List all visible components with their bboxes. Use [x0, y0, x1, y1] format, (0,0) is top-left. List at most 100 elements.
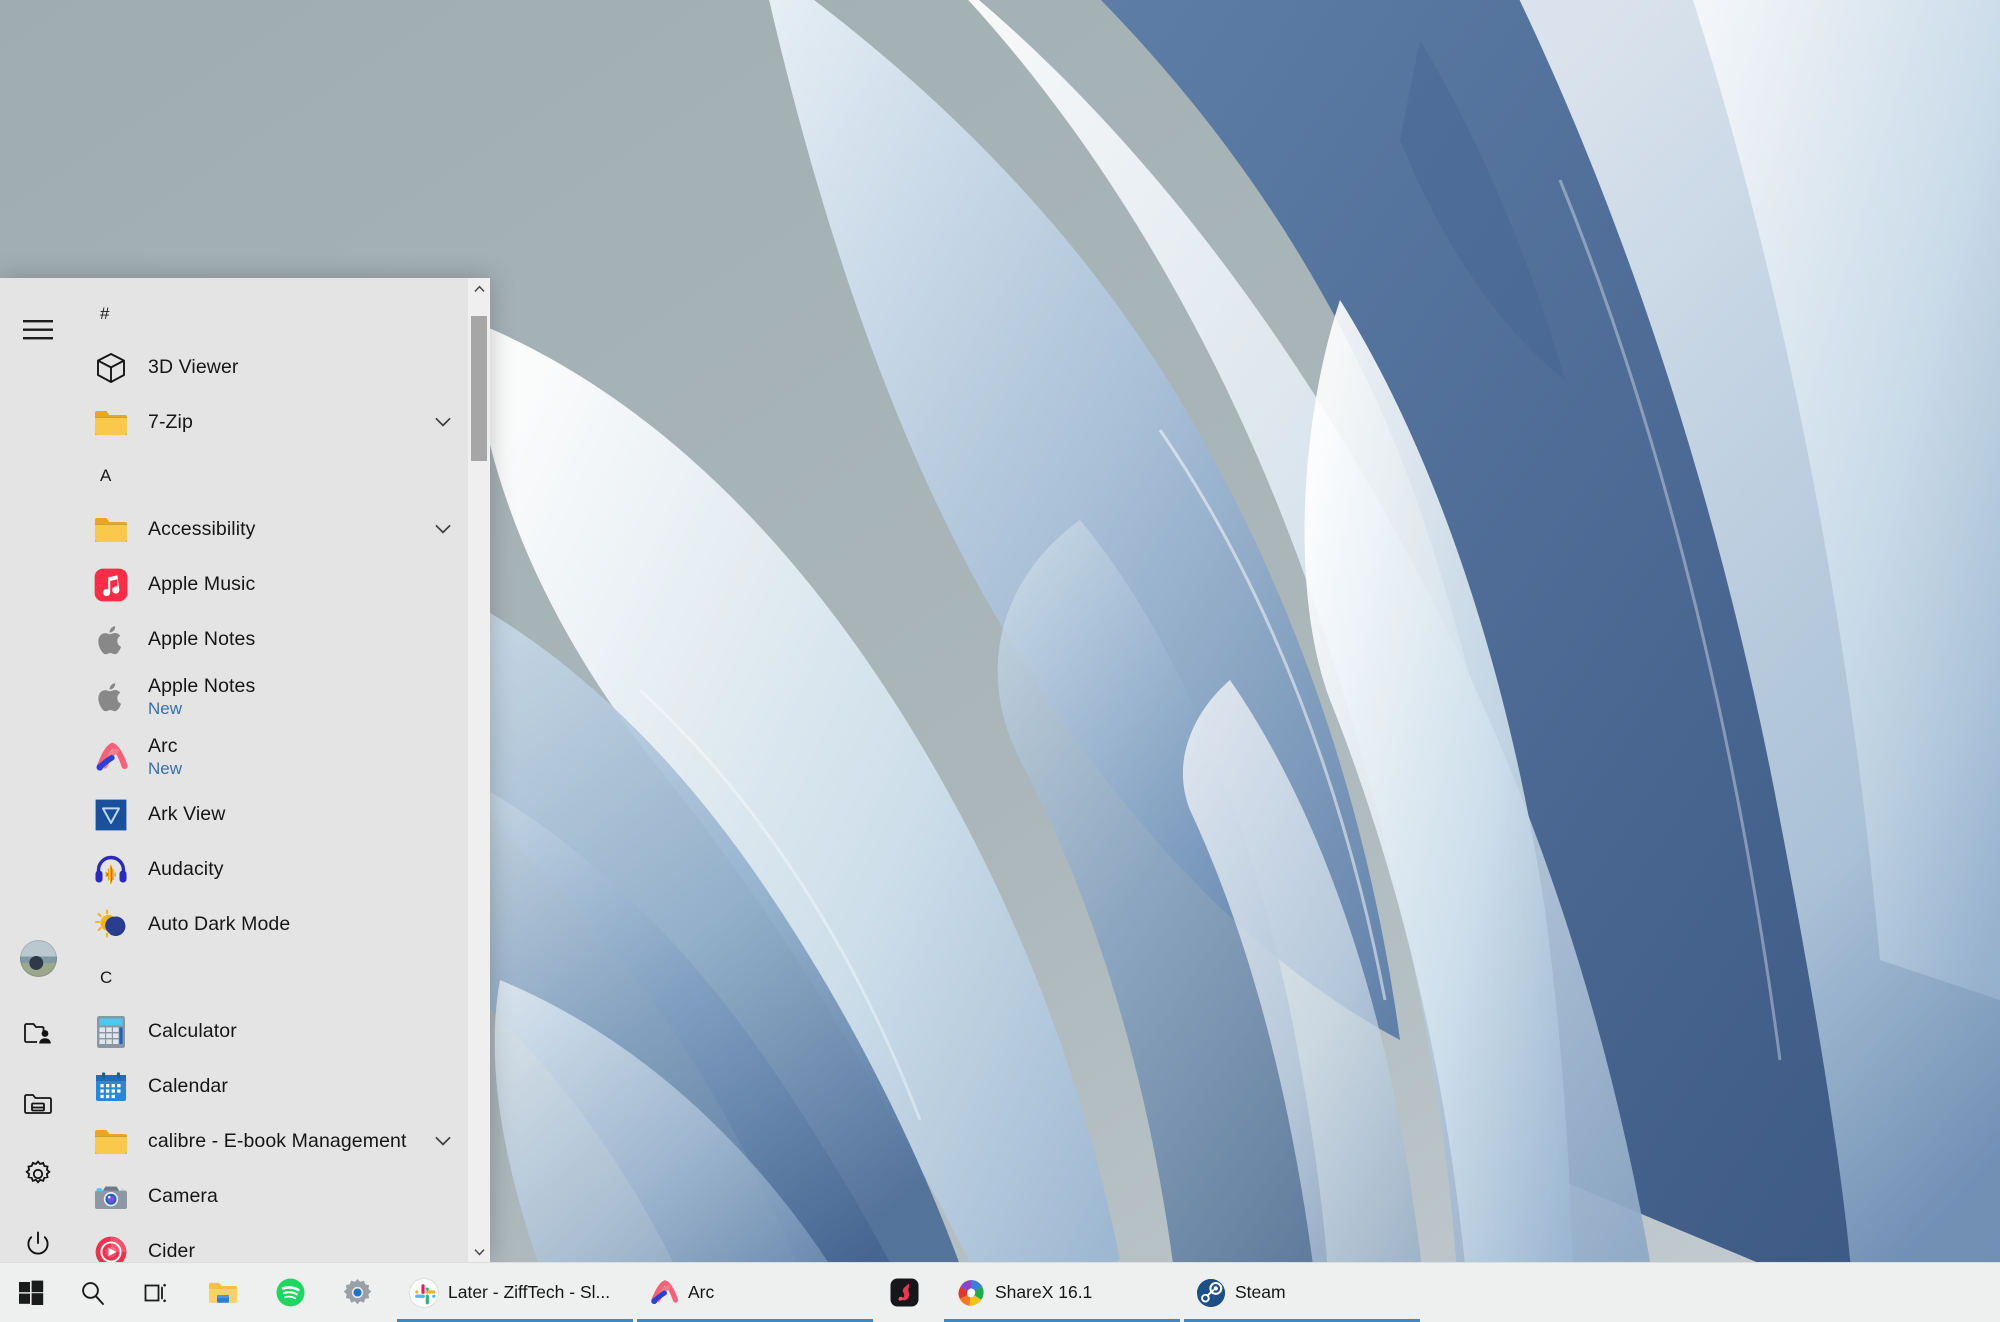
spotify-icon — [275, 1278, 305, 1308]
file-explorer-icon — [208, 1278, 238, 1308]
start-menu[interactable]: # 3D Viewer 7-Zip A — [0, 278, 490, 1263]
app-item-text: calibre - E-book Management — [148, 1131, 407, 1153]
app-item-text: Ark View — [148, 804, 225, 826]
app-item-label: Apple Notes — [148, 676, 255, 698]
taskbar-item-label: ShareX 16.1 — [995, 1282, 1092, 1303]
arc-icon — [649, 1278, 679, 1308]
scroll-down-icon[interactable] — [468, 1241, 490, 1263]
auto-dark-mode-icon — [92, 906, 130, 944]
app-list-item[interactable]: Calculator — [76, 1004, 466, 1059]
app-item-label: Auto Dark Mode — [148, 914, 290, 936]
app-item-text: Calendar — [148, 1076, 228, 1098]
app-item-text: Apple Notes — [148, 629, 255, 651]
app-item-text: 3D Viewer — [148, 357, 239, 379]
taskbar-item-sharex[interactable]: ShareX 16.1 — [942, 1263, 1182, 1322]
app-list-item[interactable]: 7-Zip — [76, 395, 466, 450]
taskbar-item-arc[interactable]: Arc — [635, 1263, 875, 1322]
taskbar-item-spotify[interactable] — [261, 1263, 328, 1322]
desktop[interactable]: # 3D Viewer 7-Zip A — [0, 0, 2000, 1322]
app-item-label: Accessibility — [148, 519, 256, 541]
taskbar-item-label: Later - ZiffTech - Sl... — [448, 1282, 610, 1303]
app-list-item[interactable]: calibre - E-book Management — [76, 1114, 466, 1169]
app-list-scrollbar[interactable] — [468, 278, 490, 1263]
app-item-label: calibre - E-book Management — [148, 1131, 407, 1153]
app-list-item[interactable]: Audacity — [76, 842, 466, 897]
app-list-item[interactable]: Apple Music — [76, 557, 466, 612]
scrollbar-track[interactable] — [468, 300, 490, 1241]
app-list-item[interactable]: 3D Viewer — [76, 340, 466, 395]
documents-icon[interactable] — [8, 1003, 68, 1063]
steam-icon — [1196, 1278, 1226, 1308]
chevron-down-icon[interactable] — [432, 519, 454, 541]
app-list: # 3D Viewer 7-Zip A — [76, 278, 466, 1263]
app-list-item[interactable]: Auto Dark Mode — [76, 897, 466, 952]
app-new-badge: New — [148, 699, 255, 718]
app-item-label: Camera — [148, 1186, 218, 1208]
slack-icon — [409, 1278, 439, 1308]
hamburger-menu-icon[interactable] — [8, 300, 68, 360]
app-item-text: Apple Music — [148, 574, 255, 596]
avatar[interactable] — [8, 928, 68, 988]
taskbar-separator — [186, 1263, 194, 1322]
app-list-item[interactable]: Calendar — [76, 1059, 466, 1114]
task-view-icon[interactable] — [124, 1263, 186, 1322]
app-list-item[interactable]: Accessibility — [76, 502, 466, 557]
app-item-text: Cider — [148, 1241, 195, 1263]
calculator-icon — [92, 1013, 130, 1051]
scroll-up-icon[interactable] — [468, 278, 490, 300]
app-list-item[interactable]: Apple Notes — [76, 612, 466, 667]
app-list-item[interactable]: ArcNew — [76, 727, 466, 787]
user-avatar-image — [20, 940, 57, 977]
apple-icon — [92, 621, 130, 659]
app-item-text: Accessibility — [148, 519, 256, 541]
app-item-label: 3D Viewer — [148, 357, 239, 379]
apple-music-icon — [92, 566, 130, 604]
calendar-icon — [92, 1068, 130, 1106]
app-item-text: 7-Zip — [148, 412, 193, 434]
app-item-text: Auto Dark Mode — [148, 914, 290, 936]
app-new-badge: New — [148, 759, 182, 778]
taskbar-item-slack[interactable]: Later - ZiffTech - Sl... — [395, 1263, 635, 1322]
taskbar-item-file-explorer[interactable] — [194, 1263, 261, 1322]
cube-3d-icon — [92, 349, 130, 387]
folder-icon — [92, 404, 130, 442]
app-list-container[interactable]: # 3D Viewer 7-Zip A — [76, 278, 490, 1263]
taskbar-item-cider[interactable] — [875, 1263, 942, 1322]
app-list-section-header[interactable]: C — [76, 952, 466, 1004]
app-list-item[interactable]: Apple NotesNew — [76, 667, 466, 727]
search-icon[interactable] — [62, 1263, 124, 1322]
app-item-label: 7-Zip — [148, 412, 193, 434]
app-item-label: Arc — [148, 736, 182, 758]
folder-icon — [92, 511, 130, 549]
app-list-item[interactable]: Cider — [76, 1224, 466, 1263]
cider-icon — [889, 1278, 919, 1308]
audacity-icon — [92, 851, 130, 889]
app-item-text: Apple NotesNew — [148, 676, 255, 718]
app-item-label: Calculator — [148, 1021, 237, 1043]
taskbar-item-steam[interactable]: Steam — [1182, 1263, 1422, 1322]
chevron-down-icon[interactable] — [432, 1131, 454, 1153]
app-list-item[interactable]: Ark View — [76, 787, 466, 842]
sharex-icon — [956, 1278, 986, 1308]
app-item-text: ArcNew — [148, 736, 182, 778]
start-menu-rail — [0, 278, 76, 1263]
start-button[interactable] — [0, 1263, 62, 1322]
pictures-folder-icon[interactable] — [8, 1074, 68, 1134]
app-list-section-header[interactable]: A — [76, 450, 466, 502]
taskbar-item-label: Steam — [1235, 1282, 1286, 1303]
cider-icon — [92, 1233, 130, 1264]
app-list-section-header[interactable]: # — [76, 288, 466, 340]
settings-gear-icon — [342, 1278, 372, 1308]
scrollbar-thumb[interactable] — [471, 316, 487, 461]
app-item-text: Calculator — [148, 1021, 237, 1043]
app-item-label: Audacity — [148, 859, 224, 881]
chevron-down-icon[interactable] — [432, 412, 454, 434]
folder-icon — [92, 1123, 130, 1161]
taskbar-item-settings[interactable] — [328, 1263, 395, 1322]
apple-icon — [92, 678, 130, 716]
arc-icon — [92, 738, 130, 776]
app-item-text: Audacity — [148, 859, 224, 881]
app-list-item[interactable]: Camera — [76, 1169, 466, 1224]
taskbar[interactable]: Later - ZiffTech - Sl... Arc — [0, 1262, 2000, 1322]
gear-icon[interactable] — [8, 1144, 68, 1204]
